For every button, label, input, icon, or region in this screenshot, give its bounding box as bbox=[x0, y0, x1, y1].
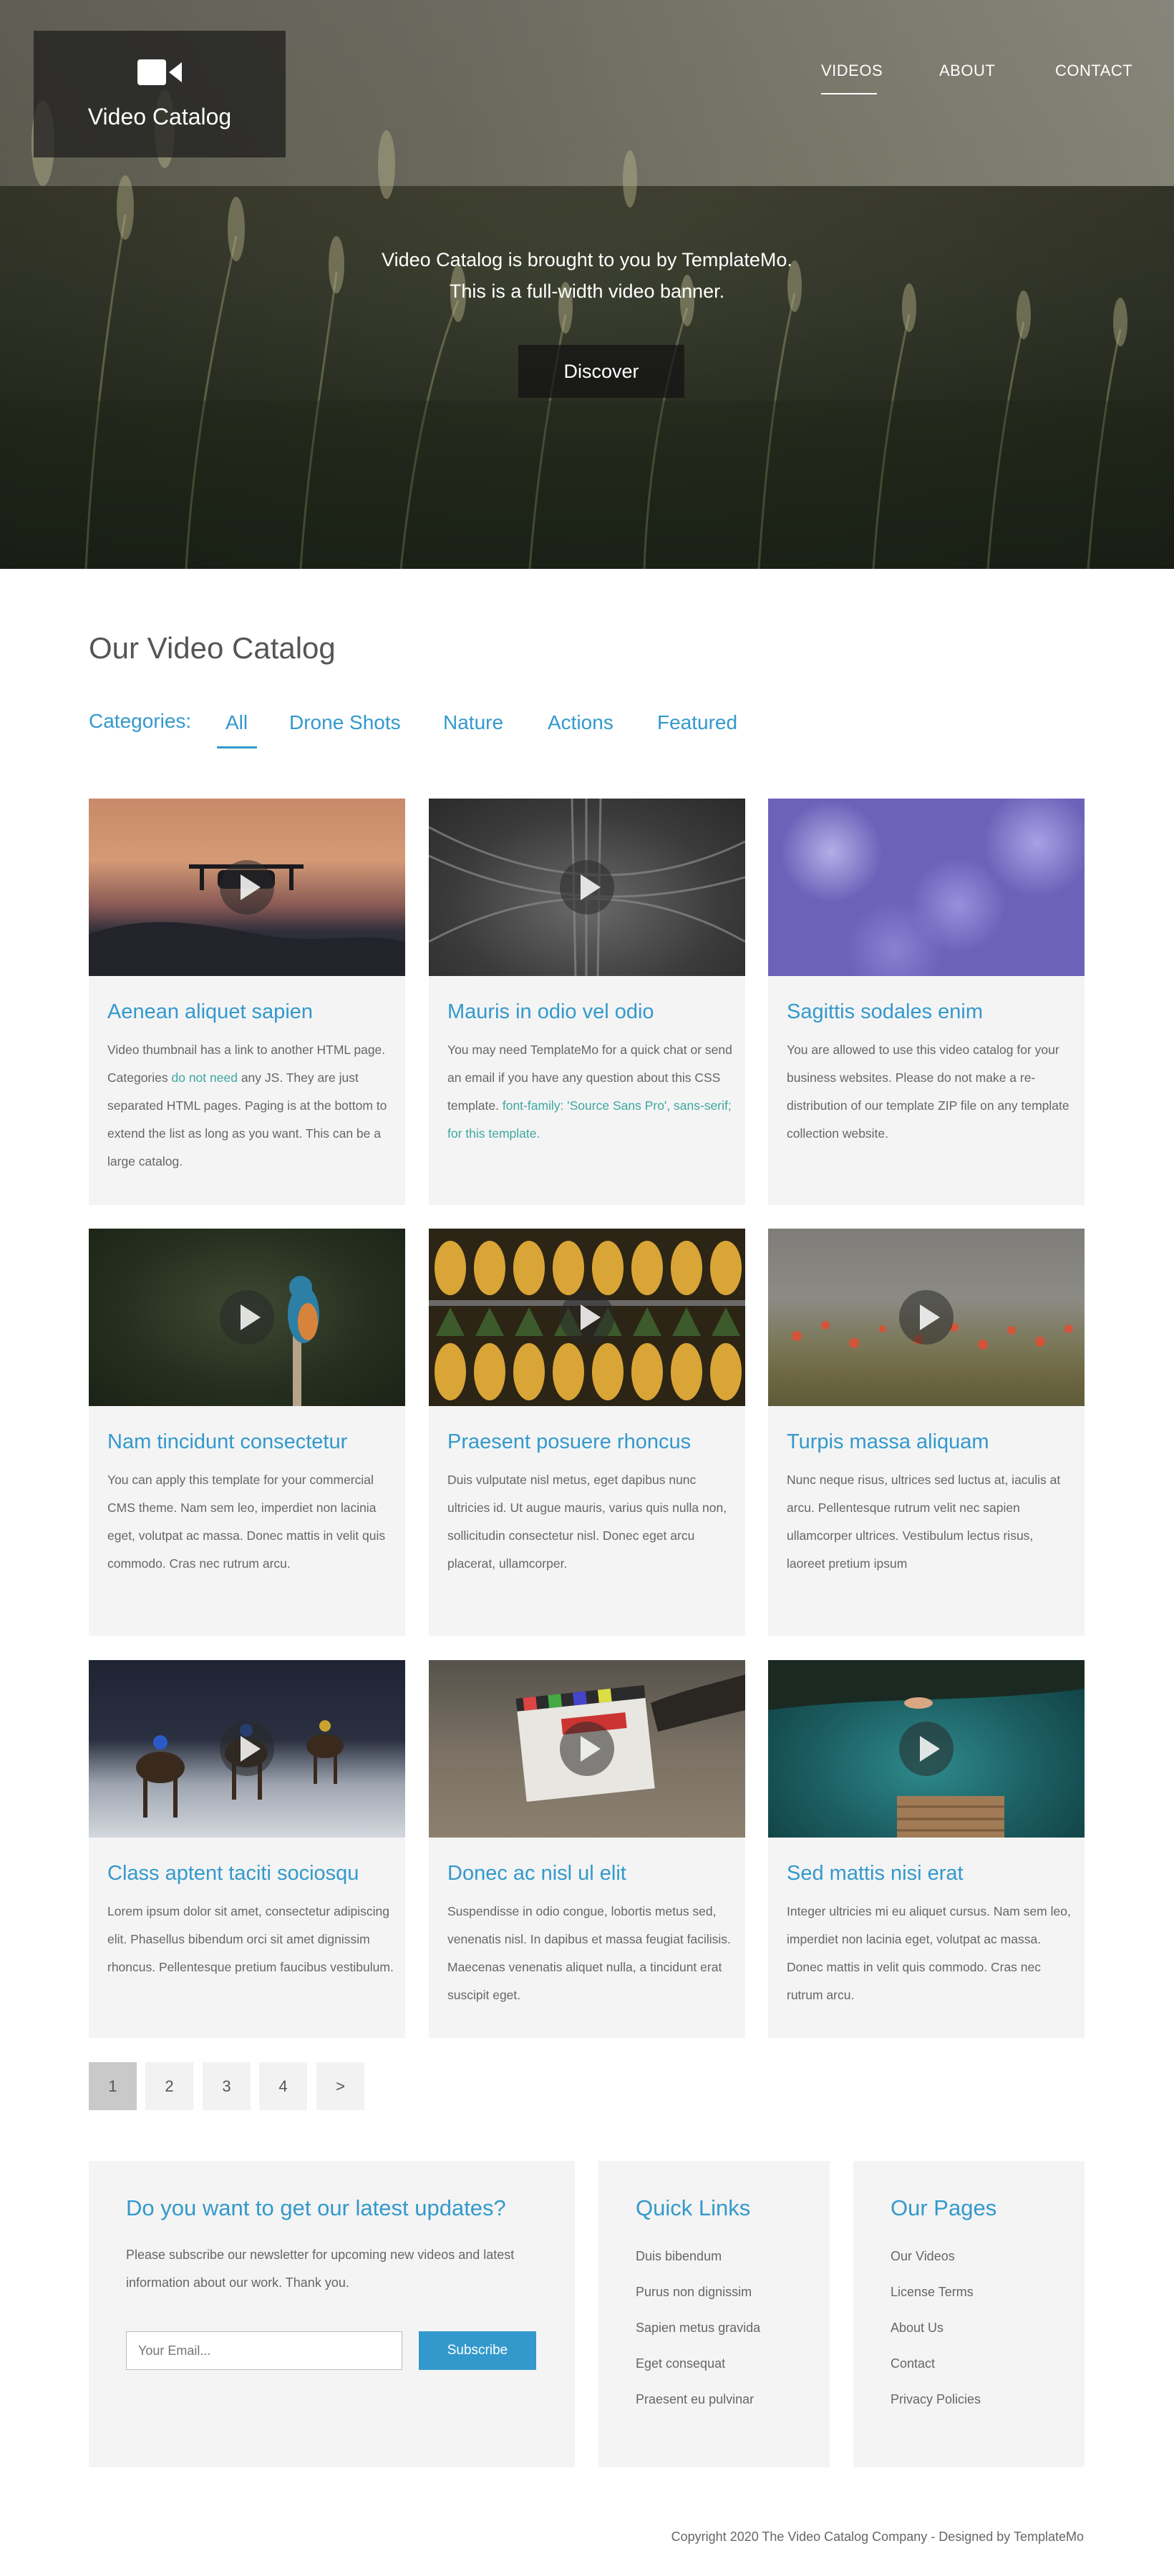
play-icon[interactable] bbox=[220, 860, 274, 914]
page-4-button[interactable]: 4 bbox=[259, 2062, 307, 2110]
copyright-text: Copyright 2020 The Video Catalog Company… bbox=[671, 2529, 1084, 2544]
nav-active-underline bbox=[821, 93, 877, 94]
categories-label: Categories: bbox=[89, 710, 192, 732]
page-link[interactable]: License Terms bbox=[891, 2285, 974, 2300]
page-1-button[interactable]: 1 bbox=[89, 2062, 137, 2110]
our-pages-box: Our Pages Our Videos License Terms About… bbox=[853, 2161, 1085, 2467]
video-thumbnail-highway[interactable] bbox=[429, 799, 745, 976]
video-title[interactable]: Sagittis sodales enim bbox=[787, 1000, 983, 1024]
video-card[interactable]: Mauris in odio vel odio You may need Tem… bbox=[429, 799, 745, 1205]
quick-link[interactable]: Purus non dignissim bbox=[636, 2285, 752, 2300]
play-icon[interactable] bbox=[899, 1722, 954, 1776]
nav-about[interactable]: ABOUT bbox=[939, 62, 995, 80]
next-page-button[interactable]: > bbox=[316, 2062, 364, 2110]
video-card[interactable]: Sagittis sodales enim You are allowed to… bbox=[768, 799, 1085, 1205]
video-title[interactable]: Sed mattis nisi erat bbox=[787, 1862, 964, 1885]
video-title[interactable]: Mauris in odio vel odio bbox=[447, 1000, 654, 1024]
play-icon[interactable] bbox=[560, 1722, 614, 1776]
newsletter-title: Do you want to get our latest updates? bbox=[126, 2195, 506, 2220]
page-link[interactable]: Contact bbox=[891, 2356, 935, 2371]
video-card[interactable]: Turpis massa aliquam Nunc neque risus, u… bbox=[768, 1229, 1085, 1636]
nav-contact[interactable]: CONTACT bbox=[1055, 62, 1132, 80]
video-card[interactable]: Class aptent taciti sociosqu Lorem ipsum… bbox=[89, 1660, 405, 2038]
page-link[interactable]: Our Videos bbox=[891, 2249, 955, 2264]
quick-link[interactable]: Sapien metus gravida bbox=[636, 2321, 760, 2336]
hero-tagline-2: This is a full-width video banner. bbox=[449, 280, 725, 302]
category-nature[interactable]: Nature bbox=[443, 711, 503, 734]
description-link[interactable]: do not need bbox=[172, 1070, 238, 1085]
quick-link[interactable]: Duis bibendum bbox=[636, 2249, 722, 2264]
email-input[interactable] bbox=[126, 2331, 402, 2370]
quick-links-title: Quick Links bbox=[636, 2195, 751, 2220]
play-icon[interactable] bbox=[899, 1290, 954, 1345]
video-description: You can apply this template for your com… bbox=[107, 1473, 386, 1571]
video-thumbnail-drone[interactable] bbox=[89, 799, 405, 976]
video-description: Nunc neque risus, ultrices sed luctus at… bbox=[787, 1473, 1061, 1571]
video-card[interactable]: Sed mattis nisi erat Integer ultricies m… bbox=[768, 1660, 1085, 2038]
our-pages-title: Our Pages bbox=[891, 2195, 997, 2220]
play-icon[interactable] bbox=[220, 1722, 274, 1776]
discover-button[interactable]: Discover bbox=[518, 345, 684, 398]
nav-videos[interactable]: VIDEOS bbox=[821, 62, 883, 80]
quick-links-box: Quick Links Duis bibendum Purus non dign… bbox=[598, 2161, 830, 2467]
video-description: Duis vulputate nisl metus, eget dapibus … bbox=[447, 1473, 727, 1571]
hero-banner: Video Catalog VIDEOS ABOUT CONTACT Video… bbox=[0, 0, 1174, 569]
video-thumbnail-kingfisher[interactable] bbox=[89, 1229, 405, 1406]
category-active-underline bbox=[217, 746, 257, 748]
newsletter-box: Do you want to get our latest updates? P… bbox=[89, 2161, 575, 2467]
video-thumbnail-horse-race[interactable] bbox=[89, 1660, 405, 1838]
video-description: Video thumbnail has a link to another HT… bbox=[107, 1043, 387, 1169]
brand-logo-box[interactable]: Video Catalog bbox=[34, 31, 286, 157]
video-title[interactable]: Class aptent taciti sociosqu bbox=[107, 1862, 359, 1885]
video-title[interactable]: Donec ac nisl ul elit bbox=[447, 1862, 626, 1885]
video-title[interactable]: Nam tincidunt consectetur bbox=[107, 1430, 347, 1454]
quick-link[interactable]: Eget consequat bbox=[636, 2356, 725, 2371]
category-all[interactable]: All bbox=[225, 711, 248, 734]
page-link[interactable]: Privacy Policies bbox=[891, 2392, 981, 2407]
video-camera-icon bbox=[137, 59, 182, 85]
hero-tagline-1: Video Catalog is brought to you by Templ… bbox=[382, 249, 792, 270]
video-card[interactable]: Praesent posuere rhoncus Duis vulputate … bbox=[429, 1229, 745, 1636]
category-drone-shots[interactable]: Drone Shots bbox=[289, 711, 401, 734]
category-featured[interactable]: Featured bbox=[657, 711, 737, 734]
play-icon[interactable] bbox=[560, 860, 614, 914]
video-description: You may need TemplateMo for a quick chat… bbox=[447, 1043, 732, 1141]
video-thumbnail-swimmer[interactable] bbox=[768, 1660, 1085, 1838]
video-description: You are allowed to use this video catalo… bbox=[787, 1043, 1069, 1141]
video-card[interactable]: Aenean aliquet sapien Video thumbnail ha… bbox=[89, 799, 405, 1205]
video-title[interactable]: Turpis massa aliquam bbox=[787, 1430, 989, 1454]
category-actions[interactable]: Actions bbox=[548, 711, 613, 734]
video-title[interactable]: Aenean aliquet sapien bbox=[107, 1000, 313, 1024]
video-description: Lorem ipsum dolor sit amet, consectetur … bbox=[107, 1904, 394, 1974]
page-link[interactable]: About Us bbox=[891, 2321, 943, 2336]
video-description: Suspendisse in odio congue, lobortis met… bbox=[447, 1904, 731, 2002]
play-icon[interactable] bbox=[560, 1290, 614, 1345]
video-thumbnail-poppies[interactable] bbox=[768, 1229, 1085, 1406]
video-card[interactable]: Donec ac nisl ul elit Suspendisse in odi… bbox=[429, 1660, 745, 2038]
page-2-button[interactable]: 2 bbox=[145, 2062, 193, 2110]
quick-link[interactable]: Praesent eu pulvinar bbox=[636, 2392, 754, 2407]
video-thumbnail-pineapples[interactable] bbox=[429, 1229, 745, 1406]
video-thumbnail-lavender[interactable] bbox=[768, 799, 1085, 976]
catalog-title: Our Video Catalog bbox=[89, 631, 336, 665]
play-icon[interactable] bbox=[220, 1290, 274, 1345]
subscribe-button[interactable]: Subscribe bbox=[419, 2331, 536, 2370]
video-thumbnail-clapperboard[interactable] bbox=[429, 1660, 745, 1838]
page-3-button[interactable]: 3 bbox=[203, 2062, 251, 2110]
newsletter-text: Please subscribe our newsletter for upco… bbox=[126, 2248, 515, 2290]
video-description: Integer ultricies mi eu aliquet cursus. … bbox=[787, 1904, 1071, 2002]
video-card[interactable]: Nam tincidunt consectetur You can apply … bbox=[89, 1229, 405, 1636]
brand-name: Video Catalog bbox=[87, 104, 232, 130]
video-title[interactable]: Praesent posuere rhoncus bbox=[447, 1430, 691, 1454]
